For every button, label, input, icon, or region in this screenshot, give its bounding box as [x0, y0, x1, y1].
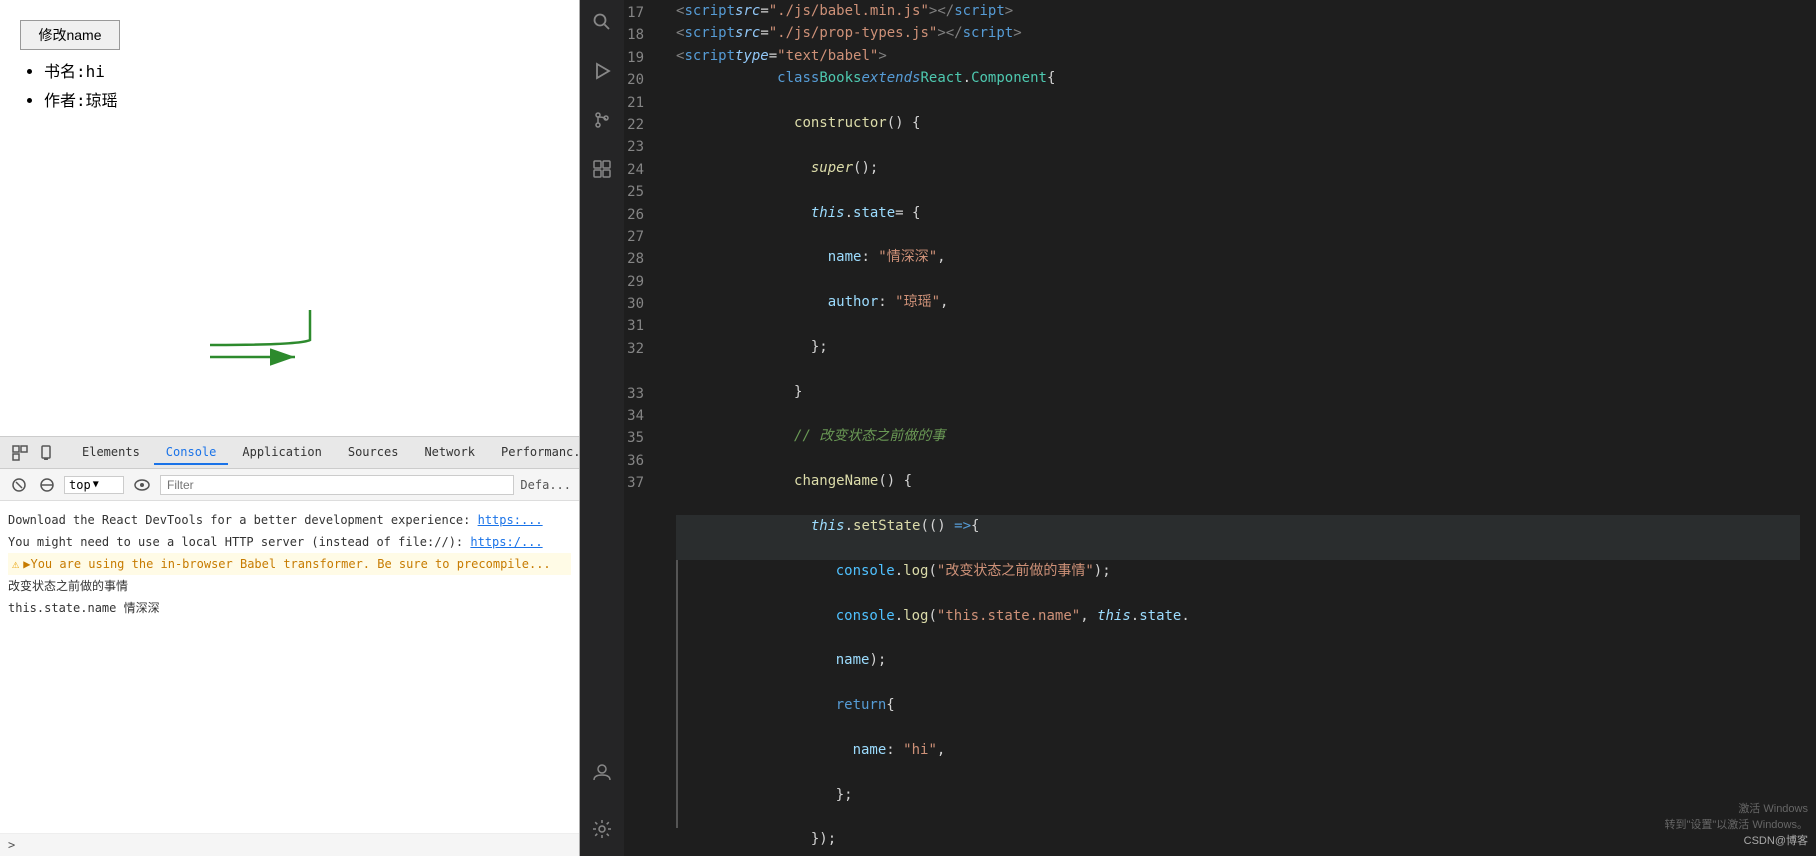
code-line-24: name: "情深深", — [676, 246, 1800, 291]
browser-panel: 修改name 书名:hi 作者:琼瑶 — [0, 0, 580, 856]
code-area: 1718192021 2223242526 2728293031 3232333… — [624, 0, 1816, 856]
code-editor-panel: 1718192021 2223242526 2728293031 3232333… — [580, 0, 1816, 856]
code-line-32b: name); — [676, 649, 1800, 694]
console-output-area: Download the React DevTools for a better… — [0, 501, 579, 833]
console-toolbar: top ▼ Defa... — [0, 469, 579, 501]
warning-icon: ⚠ — [12, 557, 19, 571]
dropdown-arrow-icon: ▼ — [93, 479, 99, 490]
code-line-33: return { — [676, 694, 1800, 739]
console-line-http-msg: You might need to use a local HTTP serve… — [8, 531, 571, 553]
code-line-18: <script src="./js/prop-types.js"></scrip… — [676, 22, 1800, 44]
code-line-19: <script type="text/babel"> — [676, 45, 1800, 67]
console-line-log1: 改变状态之前做的事情 — [8, 575, 571, 597]
top-context-selector[interactable]: top ▼ — [64, 476, 124, 494]
code-line-30: this.setState(() => { — [676, 515, 1800, 560]
code-line-34: name: "hi", — [676, 739, 1800, 784]
clear-console-button[interactable] — [8, 476, 30, 494]
extensions-sidebar-icon[interactable] — [588, 155, 616, 188]
git-sidebar-icon[interactable] — [588, 106, 616, 139]
console-line-babel-warning: ⚠▶You are using the in-browser Babel tra… — [8, 553, 571, 575]
top-label: top — [69, 478, 91, 492]
devtools-tabs-bar: Elements Console Application Sources Net… — [0, 437, 579, 469]
default-levels-label: Defa... — [520, 478, 571, 492]
line-numbers: 1718192021 2223242526 2728293031 3232333… — [624, 0, 660, 856]
devtools-link[interactable]: https:... — [478, 513, 543, 527]
console-line-devtools-msg: Download the React DevTools for a better… — [8, 509, 571, 531]
device-toolbar-button[interactable] — [36, 443, 60, 463]
tab-sources[interactable]: Sources — [336, 441, 411, 465]
book-title-item: 书名:hi — [44, 58, 559, 87]
code-line-25: author: "琼瑶", — [676, 291, 1800, 336]
code-line-31: console.log("改变状态之前做的事情"); — [676, 560, 1800, 605]
search-sidebar-icon[interactable] — [588, 8, 616, 41]
code-line-32: console.log("this.state.name", this.stat… — [676, 605, 1800, 650]
http-link[interactable]: https:/... — [470, 535, 542, 549]
code-line-22: super(); — [676, 157, 1800, 202]
inspect-element-button[interactable] — [8, 443, 32, 463]
tab-elements[interactable]: Elements — [70, 441, 152, 465]
account-sidebar-icon[interactable] — [588, 758, 616, 791]
code-line-23: this.state = { — [676, 202, 1800, 247]
settings-sidebar-icon[interactable] — [588, 815, 616, 848]
code-line-20: class Books extends React.Component { — [676, 67, 1800, 112]
code-line-21: constructor() { — [676, 112, 1800, 157]
code-line-35: }; — [676, 784, 1800, 829]
code-line-27: } — [676, 381, 1800, 426]
book-author-item: 作者:琼瑶 — [44, 87, 559, 116]
console-line-log2: this.state.name 情深深 — [8, 597, 571, 619]
console-prompt[interactable]: > — [0, 833, 579, 856]
tab-console[interactable]: Console — [154, 441, 229, 465]
filter-input[interactable] — [160, 475, 514, 495]
run-sidebar-icon[interactable] — [588, 57, 616, 90]
code-line-29: changeName() { — [676, 470, 1800, 515]
editor-sidebar — [580, 0, 624, 856]
code-line-36: }); — [676, 828, 1800, 856]
code-line-26: }; — [676, 336, 1800, 381]
browser-preview: 修改name 书名:hi 作者:琼瑶 — [0, 0, 579, 436]
book-list: 书名:hi 作者:琼瑶 — [20, 58, 559, 116]
block-button[interactable] — [36, 476, 58, 494]
modify-name-button[interactable]: 修改name — [20, 20, 120, 50]
tab-application[interactable]: Application — [230, 441, 333, 465]
devtools-panel: Elements Console Application Sources Net… — [0, 436, 579, 856]
code-line-17: <script src="./js/babel.min.js"></script… — [676, 0, 1800, 22]
code-line-28: // 改变状态之前做的事 — [676, 425, 1800, 470]
tab-network[interactable]: Network — [412, 441, 487, 465]
prompt-symbol: > — [8, 838, 15, 852]
eye-button[interactable] — [130, 477, 154, 493]
code-display: <script src="./js/babel.min.js"></script… — [660, 0, 1816, 856]
